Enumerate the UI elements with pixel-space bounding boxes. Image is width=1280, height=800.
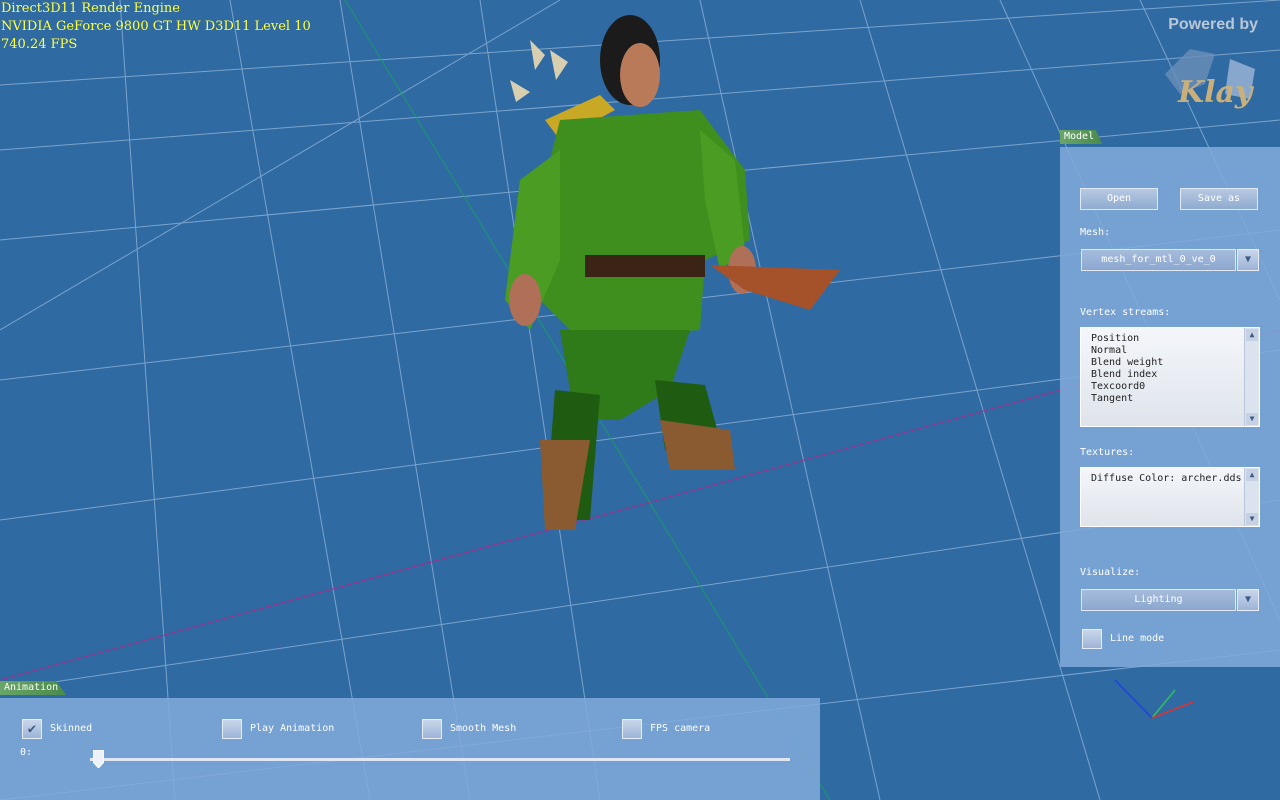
list-item[interactable]: Position (1081, 333, 1259, 345)
list-item[interactable]: Blend index (1081, 369, 1259, 381)
mesh-select[interactable]: mesh_for_mtl_0_ve_0 (1081, 249, 1236, 271)
mesh-dropdown-icon[interactable]: ▼ (1237, 249, 1259, 271)
frame-slider-track[interactable] (90, 758, 790, 761)
fps-camera-label: FPS camera (650, 723, 711, 734)
axis-gizmo (1114, 679, 1194, 719)
engine-name: Direct3D11 Render Engine (1, 1, 180, 16)
model-panel-tab[interactable]: Model (1060, 130, 1103, 144)
list-item[interactable]: Blend weight (1081, 357, 1259, 369)
mesh-label: Mesh: (1080, 227, 1111, 238)
logo-text: Klay (1177, 75, 1255, 110)
save-as-button[interactable]: Save as (1180, 188, 1258, 210)
line-mode-label: Line mode (1110, 633, 1165, 644)
line-mode-checkbox[interactable] (1082, 629, 1102, 649)
scroll-up-icon[interactable]: ▲ (1246, 329, 1258, 341)
smooth-mesh-label: Smooth Mesh (450, 723, 517, 734)
klayge-logo: Powered by Klay (1160, 14, 1270, 114)
frame-label: 0: (20, 747, 33, 758)
vertex-streams-scrollbar[interactable]: ▲ ▼ (1244, 328, 1259, 426)
play-animation-label: Play Animation (250, 723, 335, 734)
animation-panel (0, 698, 820, 800)
frame-slider-thumb[interactable] (93, 750, 104, 768)
list-item[interactable]: Tangent (1081, 393, 1259, 405)
visualize-label: Visualize: (1080, 567, 1141, 578)
textures-scrollbar[interactable]: ▲ ▼ (1244, 468, 1259, 526)
smooth-mesh-checkbox[interactable] (422, 719, 442, 739)
vertex-streams-label: Vertex streams: (1080, 307, 1171, 318)
visualize-select[interactable]: Lighting (1081, 589, 1236, 611)
list-item[interactable]: Texcoord0 (1081, 381, 1259, 393)
textures-list[interactable]: Diffuse Color: archer.dds ▲ ▼ (1080, 467, 1260, 527)
list-item[interactable]: Normal (1081, 345, 1259, 357)
scroll-up-icon[interactable]: ▲ (1246, 469, 1258, 481)
render-info: Direct3D11 Render Engine NVIDIA GeForce … (1, 0, 311, 54)
fps-counter: 740.24 FPS (1, 37, 78, 52)
skinned-checkbox[interactable]: ✔ (22, 719, 42, 739)
fps-camera-checkbox[interactable] (622, 719, 642, 739)
play-animation-checkbox[interactable] (222, 719, 242, 739)
skinned-label: Skinned (50, 723, 93, 734)
gpu-info: NVIDIA GeForce 9800 GT HW D3D11 Level 10 (1, 19, 311, 34)
open-button[interactable]: Open (1080, 188, 1158, 210)
animation-panel-tab[interactable]: Animation (0, 681, 67, 695)
textures-label: Textures: (1080, 447, 1135, 458)
visualize-dropdown-icon[interactable]: ▼ (1237, 589, 1259, 611)
scroll-down-icon[interactable]: ▼ (1246, 513, 1258, 525)
character-model (505, 15, 840, 530)
vertex-streams-list[interactable]: Position Normal Blend weight Blend index… (1080, 327, 1260, 427)
scroll-down-icon[interactable]: ▼ (1246, 413, 1258, 425)
list-item[interactable]: Diffuse Color: archer.dds (1081, 473, 1259, 485)
powered-by-text: Powered by (1168, 16, 1258, 33)
